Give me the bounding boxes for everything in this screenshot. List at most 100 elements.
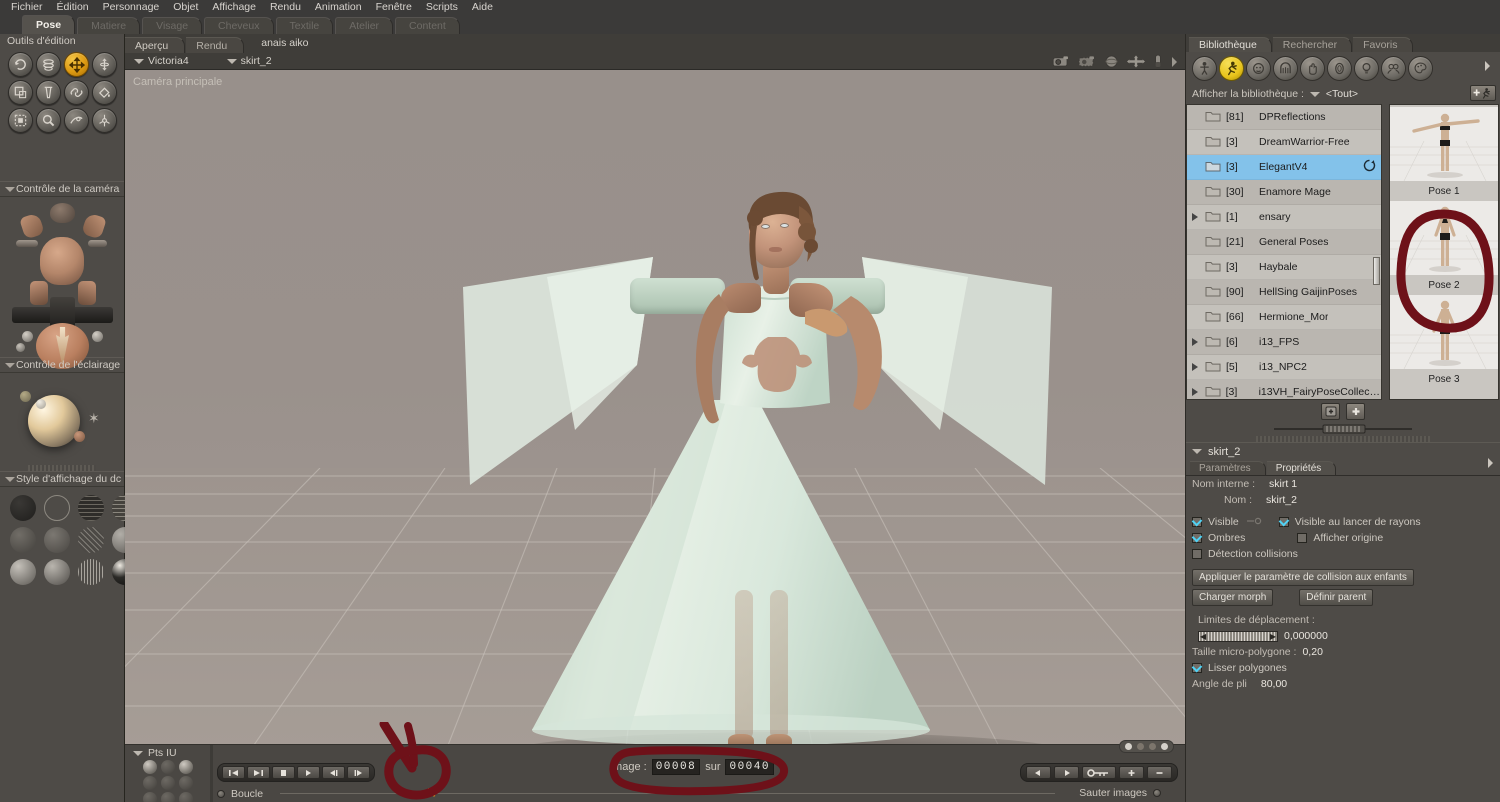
ui-point-3[interactable]	[179, 760, 193, 774]
library-tab-rechercher[interactable]: Rechercher	[1272, 37, 1353, 52]
library-category-next-icon[interactable]	[1483, 59, 1492, 77]
room-tab-pose[interactable]: Pose	[22, 15, 76, 34]
cameras-icon[interactable]	[1381, 55, 1406, 81]
ui-point-6[interactable]	[179, 776, 193, 790]
folder-row[interactable]: [3] Haybale	[1187, 255, 1381, 280]
folder-row[interactable]: [6] i13_FPS	[1187, 330, 1381, 355]
light-node-1-icon[interactable]	[20, 391, 31, 402]
menu-fenetre[interactable]: Fenêtre	[369, 0, 419, 14]
raytrace-visible-checkbox[interactable]	[1278, 517, 1289, 527]
viewport-tab-rendu[interactable]: Rendu	[186, 37, 245, 53]
faces-icon[interactable]	[1246, 55, 1271, 81]
lights-icon[interactable]	[1354, 55, 1379, 81]
folder-row[interactable]: [21] General Poses	[1187, 230, 1381, 255]
hands-icon[interactable]	[1300, 55, 1325, 81]
camera-dolly-right-icon[interactable]	[88, 240, 107, 247]
loop-toggle[interactable]	[217, 790, 225, 798]
page-dot-1[interactable]	[1125, 743, 1132, 750]
smooth-polygons-checkbox[interactable]	[1192, 663, 1202, 673]
expander-icon[interactable]	[1190, 388, 1200, 396]
folder-row-selected[interactable]: [3] ElegantV4	[1187, 155, 1381, 180]
load-morph-button[interactable]: Charger morph	[1192, 589, 1274, 606]
shadows-checkbox[interactable]	[1192, 533, 1202, 543]
apply-collision-button[interactable]: Appliquer le paramètre de collision aux …	[1192, 569, 1414, 586]
displacement-value[interactable]: 0,000000	[1284, 630, 1328, 642]
chevron-down-icon-5[interactable]	[1309, 91, 1320, 97]
style-texture-shaded-icon[interactable]	[44, 559, 70, 585]
ui-point-1[interactable]	[143, 760, 157, 774]
folder-row[interactable]: [3] DreamWarrior-Free	[1187, 130, 1381, 155]
add-key-icon[interactable]	[1119, 766, 1144, 779]
room-tab-cheveux[interactable]: Cheveux	[204, 17, 274, 34]
name-value[interactable]: skirt_2	[1266, 494, 1297, 506]
new-folder-button[interactable]	[1346, 402, 1365, 420]
style-flat-lined-icon[interactable]	[78, 527, 104, 553]
folder-row[interactable]: [1] ensary	[1187, 205, 1381, 230]
expander-icon[interactable]	[1190, 338, 1200, 346]
light-node-2-icon[interactable]	[36, 399, 46, 409]
pose-thumbnail-selected[interactable]: Pose 2	[1390, 199, 1498, 293]
collision-detection-checkbox[interactable]	[1192, 549, 1202, 559]
show-origin-checkbox[interactable]	[1297, 533, 1308, 543]
step-forward-icon[interactable]	[347, 766, 370, 779]
camera-ball-right-icon[interactable]	[92, 331, 103, 342]
room-tab-content[interactable]: Content	[395, 17, 460, 34]
frame-current-field[interactable]: 00008	[651, 759, 701, 775]
light-icon[interactable]	[1153, 54, 1163, 69]
stop-icon[interactable]	[272, 766, 295, 779]
menu-affichage[interactable]: Affichage	[205, 0, 263, 14]
folder-list-scrollbar[interactable]	[1373, 257, 1380, 285]
viewport-tab-apercu[interactable]: Aperçu	[125, 37, 186, 53]
skip-end-icon[interactable]	[247, 766, 270, 779]
room-tab-visage[interactable]: Visage	[142, 17, 203, 34]
style-outline-icon[interactable]	[44, 495, 70, 521]
figure-selector[interactable]: Victoria4	[134, 55, 189, 67]
camera-face-icon[interactable]	[40, 237, 84, 285]
timeline-track[interactable]	[280, 793, 1055, 794]
pose-thumbnail[interactable]: Pose 1	[1390, 105, 1498, 199]
add-to-library-button[interactable]	[1321, 402, 1340, 420]
pose-thumbnail-pane[interactable]: Pose 1 Pose 2 Pose 3	[1389, 104, 1499, 400]
folder-row[interactable]: [3] i13VH_FairyPoseCollection	[1187, 380, 1381, 399]
folder-row[interactable]: [5] i13_NPC2	[1187, 355, 1381, 380]
step-back-icon[interactable]	[322, 766, 345, 779]
set-parent-button[interactable]: Définir parent	[1299, 589, 1374, 606]
menu-aide[interactable]: Aide	[465, 0, 500, 14]
expander-icon[interactable]	[1190, 363, 1200, 371]
ui-point-9[interactable]	[179, 792, 193, 802]
color-tool-icon[interactable]	[92, 80, 117, 105]
room-tab-atelier[interactable]: Atelier	[335, 17, 394, 34]
folder-row[interactable]: [66] Hermione_Mor	[1187, 305, 1381, 330]
camera-dolly-left-icon[interactable]	[16, 240, 38, 247]
camera-hand-mid-right-icon[interactable]	[78, 281, 96, 305]
rotate-tool-icon[interactable]	[8, 52, 33, 77]
viewport-page-dots[interactable]	[1119, 740, 1174, 753]
style-texture-lined-icon[interactable]	[78, 559, 104, 585]
poses-icon[interactable]	[1219, 55, 1244, 81]
frame-total-field[interactable]: 00040	[725, 759, 774, 775]
camera-top-head-icon[interactable]	[50, 203, 75, 223]
menu-animation[interactable]: Animation	[308, 0, 369, 14]
view-magnifier-tool-icon[interactable]	[36, 108, 61, 133]
move-cross-icon[interactable]	[1126, 54, 1146, 69]
sphere-icon[interactable]	[1104, 54, 1119, 69]
page-dot-3[interactable]	[1149, 743, 1156, 750]
light-node-3-icon[interactable]	[74, 431, 85, 442]
remove-key-icon[interactable]	[1147, 766, 1172, 779]
add-runtime-button[interactable]	[1470, 85, 1496, 101]
room-tab-matiere[interactable]: Matiere	[77, 17, 141, 34]
twist-tool-icon[interactable]	[36, 52, 61, 77]
page-dot-2[interactable]	[1137, 743, 1144, 750]
scale-tool-icon[interactable]	[8, 80, 33, 105]
properties-tab-proprietes[interactable]: Propriétés	[1266, 461, 1337, 475]
pose-thumbnail[interactable]: Pose 3	[1390, 293, 1498, 387]
taper-tool-icon[interactable]	[36, 80, 61, 105]
properties-tab-parametres[interactable]: Paramètres	[1190, 461, 1266, 475]
3d-viewport[interactable]: Caméra principale	[125, 70, 1185, 758]
skip-frames-toggle[interactable]	[1153, 789, 1161, 797]
micropoly-value[interactable]: 0,20	[1302, 646, 1322, 658]
library-tab-bibliotheque[interactable]: Bibliothèque	[1189, 37, 1272, 52]
style-wireframe-icon[interactable]	[78, 495, 104, 521]
chevron-down-icon-7[interactable]	[133, 750, 143, 756]
properties-expand-icon[interactable]	[1486, 456, 1495, 474]
